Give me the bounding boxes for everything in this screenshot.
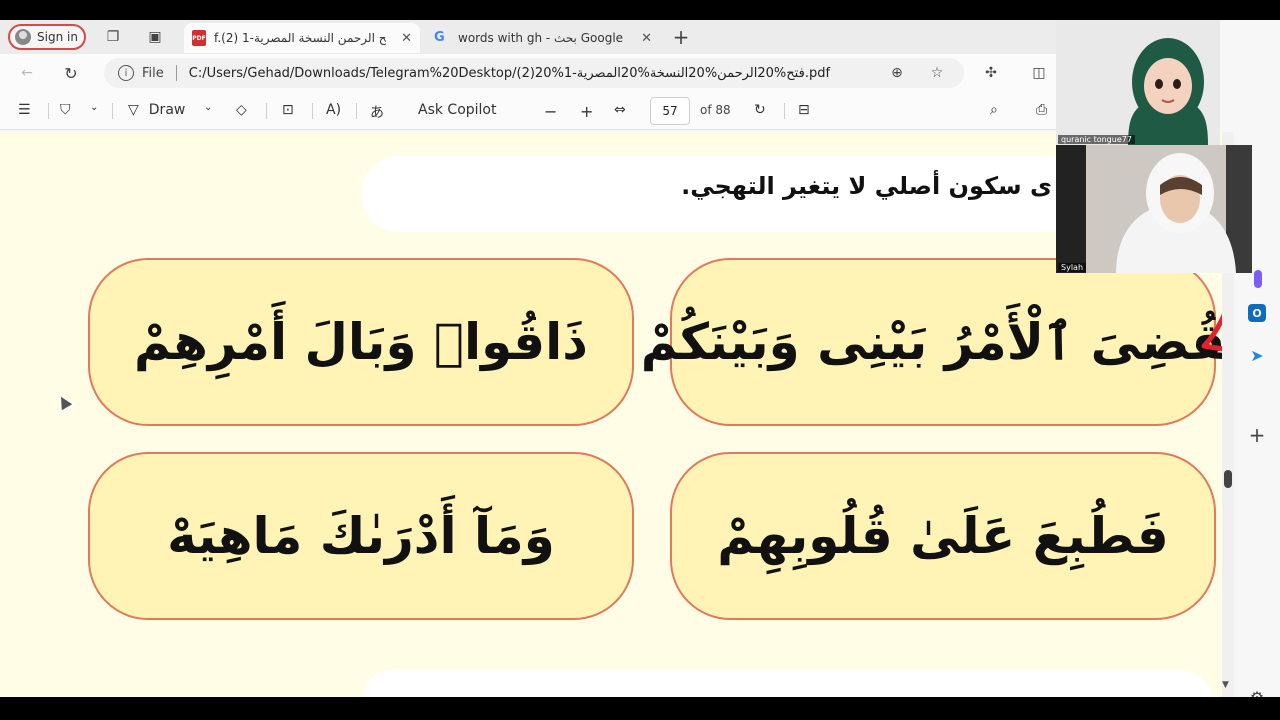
draw-label: Draw [148, 102, 186, 118]
address-row: ← ↻ i File C:/Users/Gehad/Downloads/Tele… [0, 54, 1056, 92]
quran-phrase: فَطُبِعَ عَلَىٰ قُلُوبِهِمْ [717, 507, 1169, 565]
word-card-bottom-left: وَمَآ أَدْرَىٰكَ مَاهِيَهْ [88, 452, 634, 620]
page-view-icon[interactable]: ⊟ [798, 102, 810, 118]
tab-strip: Sign in ❐ ▣ PDF f.(2) فتح الرحمن النسخة … [0, 20, 1056, 54]
pdf-page: ى سكون أصلي لا يتغير التهجي. لَقُضِىَ ٱل… [0, 132, 1222, 697]
workspaces-icon[interactable]: ❐ [104, 28, 122, 46]
erase-icon[interactable]: ◇ [236, 102, 247, 118]
print-icon[interactable]: ⎙ [1036, 102, 1047, 118]
address-divider [175, 65, 177, 81]
letterbox-top [0, 0, 1280, 20]
outlook-icon[interactable]: O [1248, 304, 1266, 322]
refresh-icon[interactable]: ↻ [62, 64, 80, 83]
pdf-icon: PDF [192, 30, 206, 46]
page-number-input[interactable]: 57 [650, 97, 690, 125]
info-icon[interactable]: i [118, 65, 134, 81]
pdf-toolbar: ☰ ⛉ ⌄ ▽ Draw ⌄ ◇ ⊡ A) あ Ask Copilot − + … [0, 92, 1056, 130]
url-text: C:/Users/Gehad/Downloads/Telegram%20Desk… [188, 65, 831, 81]
favorite-star-icon[interactable]: ☆ [928, 64, 946, 82]
participant-name: quranic tongue77 [1058, 135, 1135, 144]
zoom-out-button[interactable]: − [544, 102, 557, 121]
instruction-banner: ى سكون أصلي لا يتغير التهجي. [362, 156, 1082, 232]
toolbar-divider [312, 103, 313, 119]
camera-feed [1056, 145, 1252, 273]
chevron-down-icon[interactable]: ⌄ [204, 102, 212, 113]
search-icon[interactable]: ⌕ [990, 102, 998, 118]
close-icon[interactable]: ✕ [641, 31, 652, 46]
profile-icon [15, 29, 31, 45]
tab-actions-icon[interactable]: ▣ [146, 28, 164, 46]
google-icon: G [434, 30, 445, 45]
page-total: of 88 [700, 103, 731, 117]
chevron-down-icon[interactable]: ⌄ [90, 102, 98, 113]
draw-icon: ▽ [128, 102, 139, 118]
scroll-down-icon[interactable]: ▼ [1222, 680, 1229, 690]
toolbar-divider [356, 103, 357, 119]
text-box-icon[interactable]: ⊡ [282, 102, 294, 118]
tab-title: words with gh - بحث Google [458, 31, 624, 45]
file-label: File [142, 65, 164, 81]
zoom-icon[interactable]: ⊕ [888, 64, 906, 82]
fit-width-icon[interactable]: ⇔ [614, 102, 626, 118]
participant-video-1: quranic tongue77 [1056, 20, 1220, 145]
vertical-scroll-thumb[interactable] [1224, 470, 1232, 488]
new-tab-icon[interactable]: + [672, 25, 690, 49]
back-icon[interactable]: ← [18, 64, 36, 82]
toolbar-divider [784, 103, 785, 119]
participant-video-2: Sylah [1056, 145, 1252, 273]
ask-copilot-button[interactable]: Ask Copilot [418, 102, 497, 118]
quran-phrase: ذَاقُوا۟ وَبَالَ أَمْرِهِمْ [134, 313, 588, 371]
extensions-icon[interactable]: ✣ [982, 64, 1000, 82]
quran-phrase: وَمَآ أَدْرَىٰكَ مَاهِيَهْ [167, 507, 555, 565]
add-app-icon[interactable]: + [1248, 423, 1266, 447]
toolbar-divider [112, 103, 113, 119]
sign-in-label: Sign in [37, 30, 78, 44]
avatar-illustration [1056, 20, 1220, 145]
word-card-top-left: ذَاقُوا۟ وَبَالَ أَمْرِهِمْ [88, 258, 634, 426]
address-bar[interactable]: i File C:/Users/Gehad/Downloads/Telegram… [104, 58, 964, 88]
next-section-banner [362, 670, 1212, 697]
close-icon[interactable]: ✕ [401, 31, 412, 46]
tab-title: f.(2) فتح الرحمن النسخة المصرية-1 [214, 31, 386, 45]
highlight-icon[interactable]: ⛉ [60, 102, 71, 118]
tab-pdf[interactable]: PDF f.(2) فتح الرحمن النسخة المصرية-1 ✕ [184, 23, 420, 53]
tab-google[interactable]: G words with gh - بحث Google ✕ [426, 23, 660, 53]
sign-in-button[interactable]: Sign in [8, 24, 86, 50]
toolbar-divider [266, 103, 267, 119]
instruction-text: ى سكون أصلي لا يتغير التهجي. [681, 172, 1052, 200]
participant-name: Sylah [1058, 263, 1087, 272]
word-card-top-right: لَقُضِىَ ٱلْأَمْرُ بَيْنِى وَبَيْنَكُمْ [641, 258, 1222, 426]
toolbar-divider [48, 103, 49, 119]
split-screen-icon[interactable]: ◫ [1030, 64, 1048, 82]
word-card-bottom-right: فَطُبِعَ عَلَىٰ قُلُوبِهِمْ [670, 452, 1216, 620]
zoom-in-button[interactable]: + [580, 102, 593, 121]
draw-button[interactable]: ▽ Draw [128, 102, 185, 118]
letterbox-bottom [0, 697, 1280, 720]
quran-phrase: لَقُضِىَ ٱلْأَمْرُ بَيْنِى وَبَيْنَكُمْ [640, 313, 1222, 371]
contents-icon[interactable]: ☰ [18, 102, 31, 118]
telegram-icon[interactable]: ➤ [1248, 346, 1266, 365]
read-aloud-icon[interactable]: A) [326, 102, 341, 118]
translate-icon[interactable]: あ [370, 102, 384, 122]
rotate-icon[interactable]: ↻ [754, 102, 766, 118]
sidebar-app-icon[interactable] [1254, 270, 1262, 288]
mouse-pointer-icon [53, 391, 75, 413]
edge-sidebar: O ➤ + ⚙ [1234, 268, 1280, 717]
